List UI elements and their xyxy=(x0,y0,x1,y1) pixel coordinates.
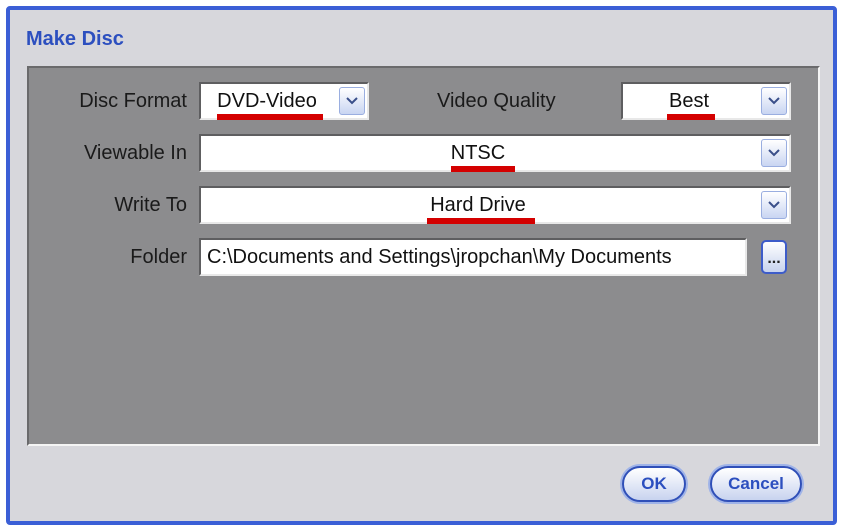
make-disc-dialog: Make Disc Disc Format DVD-Video Video Qu… xyxy=(6,6,837,525)
annotation-underline xyxy=(667,114,715,120)
dialog-title: Make Disc xyxy=(26,28,124,50)
write-to-value: Hard Drive xyxy=(430,194,526,216)
ellipsis-icon: ... xyxy=(767,250,781,267)
disc-format-value: DVD-Video xyxy=(217,90,317,112)
disc-format-select[interactable]: DVD-Video xyxy=(199,82,369,120)
annotation-underline xyxy=(217,114,323,120)
chevron-down-icon[interactable] xyxy=(761,87,787,115)
ok-button[interactable]: OK xyxy=(622,466,686,502)
folder-label: Folder xyxy=(130,246,187,268)
browse-button[interactable]: ... xyxy=(761,240,787,274)
folder-path-input[interactable]: C:\Documents and Settings\jropchan\My Do… xyxy=(199,238,747,276)
annotation-underline xyxy=(451,166,515,172)
write-to-label: Write To xyxy=(114,194,187,216)
video-quality-select[interactable]: Best xyxy=(621,82,791,120)
chevron-down-icon[interactable] xyxy=(339,87,365,115)
viewable-in-select[interactable]: NTSC xyxy=(199,134,791,172)
chevron-down-icon[interactable] xyxy=(761,139,787,167)
write-to-select[interactable]: Hard Drive xyxy=(199,186,791,224)
disc-format-label: Disc Format xyxy=(79,90,187,112)
video-quality-label: Video Quality xyxy=(437,90,556,112)
video-quality-value: Best xyxy=(668,90,710,112)
chevron-down-icon[interactable] xyxy=(761,191,787,219)
settings-panel: Disc Format DVD-Video Video Quality Best… xyxy=(27,66,820,446)
folder-path-value: C:\Documents and Settings\jropchan\My Do… xyxy=(207,246,672,268)
cancel-button[interactable]: Cancel xyxy=(710,466,802,502)
viewable-in-value: NTSC xyxy=(450,142,506,164)
annotation-underline xyxy=(427,218,535,224)
viewable-in-label: Viewable In xyxy=(83,142,187,164)
